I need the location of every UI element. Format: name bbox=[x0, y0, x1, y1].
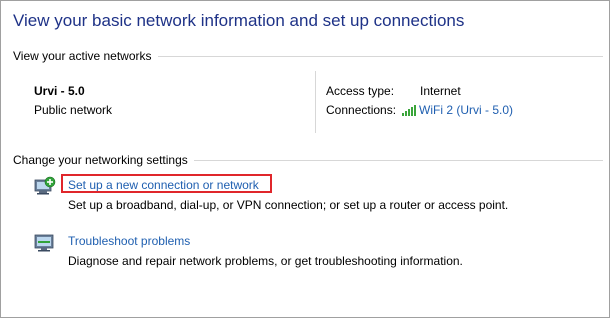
setup-new-connection-link[interactable]: Set up a new connection or network bbox=[68, 178, 259, 192]
new-connection-icon bbox=[34, 176, 56, 195]
change-settings-header: Change your networking settings bbox=[13, 153, 603, 167]
troubleshoot-problems-description: Diagnose and repair network problems, or… bbox=[68, 254, 463, 268]
change-settings-header-label: Change your networking settings bbox=[13, 153, 188, 167]
task-troubleshoot: Troubleshoot problems Diagnose and repai… bbox=[34, 232, 594, 272]
connections-label: Connections: bbox=[326, 103, 397, 117]
page-title: View your basic network information and … bbox=[13, 11, 465, 30]
active-networks-header: View your active networks bbox=[13, 49, 603, 63]
connections-link[interactable]: WiFi 2 (Urvi - 5.0) bbox=[419, 103, 513, 117]
wifi-signal-icon bbox=[402, 105, 416, 116]
network-type: Public network bbox=[34, 103, 113, 117]
troubleshoot-problems-link[interactable]: Troubleshoot problems bbox=[68, 234, 190, 248]
change-settings-header-rule bbox=[193, 159, 603, 161]
network-name: Urvi - 5.0 bbox=[34, 84, 85, 98]
vertical-divider bbox=[315, 71, 316, 133]
task-new-connection: Set up a new connection or network Set u… bbox=[34, 176, 594, 216]
troubleshoot-icon bbox=[34, 234, 54, 252]
setup-new-connection-description: Set up a broadband, dial-up, or VPN conn… bbox=[68, 198, 509, 212]
network-sharing-panel: View your basic network information and … bbox=[0, 0, 610, 318]
connections-value[interactable]: WiFi 2 (Urvi - 5.0) bbox=[402, 103, 513, 117]
active-networks-header-rule bbox=[157, 55, 603, 57]
active-networks-header-label: View your active networks bbox=[13, 49, 152, 63]
access-type-label: Access type: bbox=[326, 84, 395, 98]
access-type-value: Internet bbox=[420, 84, 461, 98]
